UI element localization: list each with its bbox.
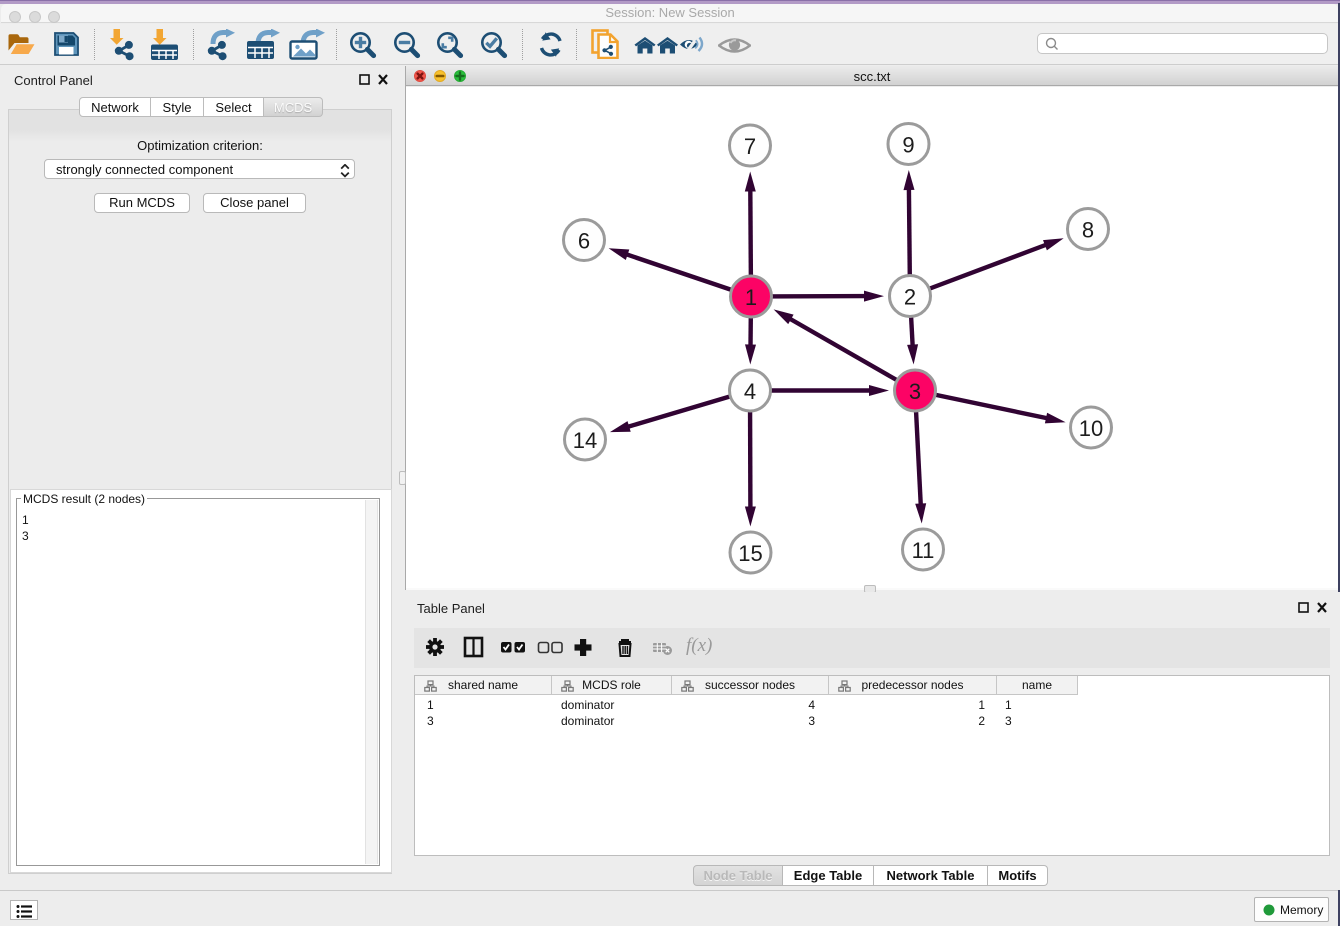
svg-text:7: 7 xyxy=(744,134,756,159)
svg-text:14: 14 xyxy=(573,428,597,453)
svg-text:3: 3 xyxy=(909,379,921,404)
svg-text:1: 1 xyxy=(745,285,757,310)
svg-text:15: 15 xyxy=(738,541,762,566)
svg-text:8: 8 xyxy=(1082,218,1094,243)
svg-text:9: 9 xyxy=(902,133,914,158)
svg-text:2: 2 xyxy=(904,285,916,310)
svg-text:6: 6 xyxy=(578,229,590,254)
svg-text:11: 11 xyxy=(912,538,935,563)
svg-text:4: 4 xyxy=(744,379,756,404)
svg-text:10: 10 xyxy=(1079,416,1103,441)
